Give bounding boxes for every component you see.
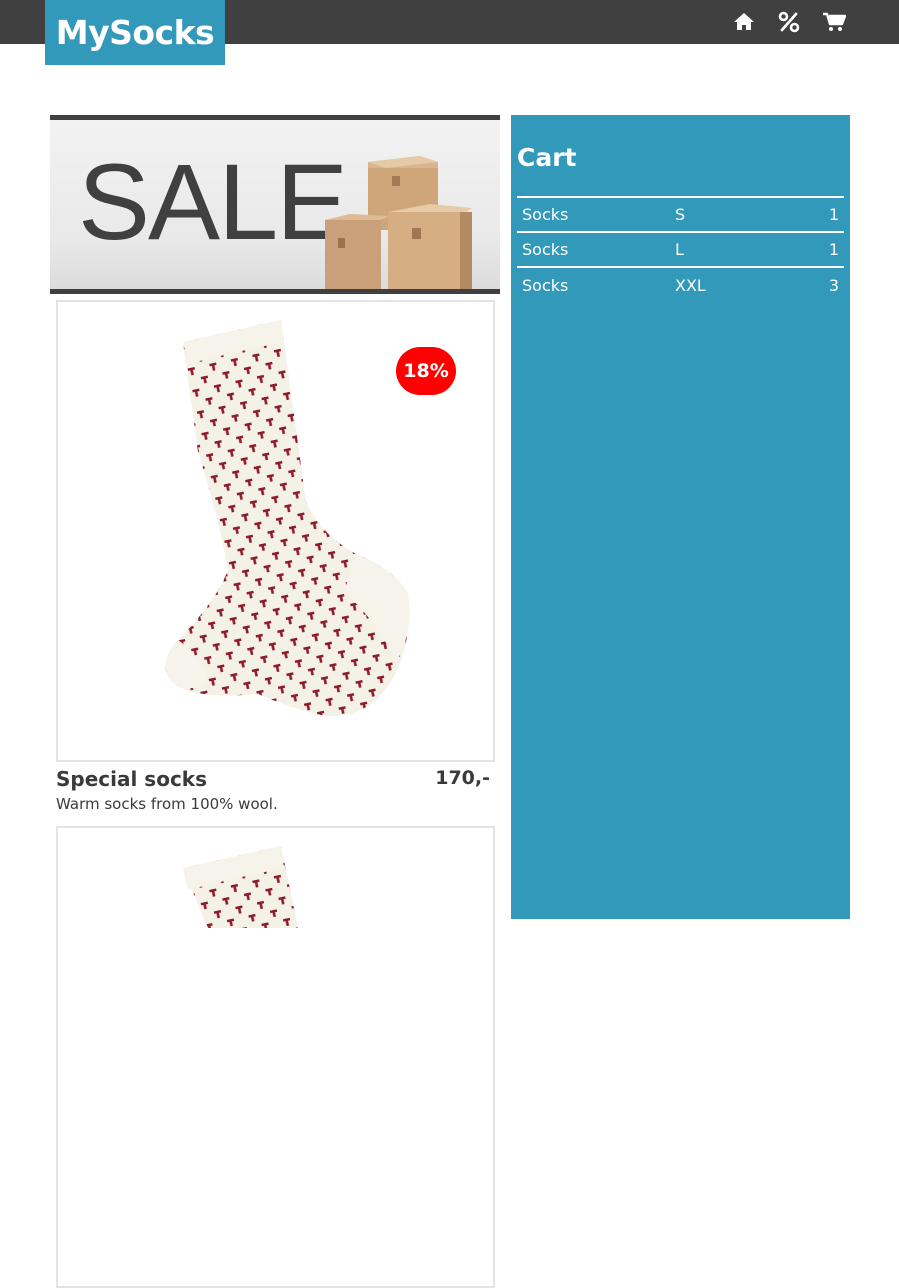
cart-item-size: XXL <box>675 275 706 295</box>
cart-item-name: Socks <box>522 240 569 259</box>
cart-item-qty: 3 <box>828 275 839 295</box>
cart-title: Cart <box>517 143 577 172</box>
cart-item-name: Socks <box>522 275 569 295</box>
banner-title: SALE <box>78 141 348 262</box>
cart-item-size: L <box>675 240 684 259</box>
product-price: 170,- <box>435 767 490 789</box>
cart-item-name: Socks <box>522 205 569 224</box>
sale-banner[interactable]: SALE <box>50 115 500 294</box>
discount-badge: 18% <box>396 347 456 395</box>
cart-row[interactable]: Socks XXL 3 <box>517 267 844 302</box>
cart-item-size: S <box>675 205 686 224</box>
cart-item-qty: 1 <box>828 240 839 259</box>
home-icon[interactable] <box>732 10 756 34</box>
product-description: Warm socks from 100% wool. <box>56 795 278 813</box>
product-card[interactable] <box>56 826 495 1288</box>
sock-image <box>183 846 298 928</box>
cart-icon[interactable] <box>822 10 846 34</box>
boxes-image <box>325 156 472 289</box>
cart-item-qty: 1 <box>828 205 839 224</box>
site-logo[interactable]: MySocks <box>45 0 225 65</box>
product-name[interactable]: Special socks <box>56 767 207 791</box>
cart-row[interactable]: Socks L 1 <box>517 232 844 267</box>
cart-table: Socks S 1 Socks L 1 Socks XXL 3 <box>517 196 844 302</box>
product-card[interactable]: 18% <box>56 300 495 762</box>
cart-panel: Cart Socks S 1 Socks L 1 Socks XXL 3 <box>511 115 850 919</box>
cart-row[interactable]: Socks S 1 <box>517 197 844 232</box>
percent-icon[interactable] <box>777 10 801 34</box>
